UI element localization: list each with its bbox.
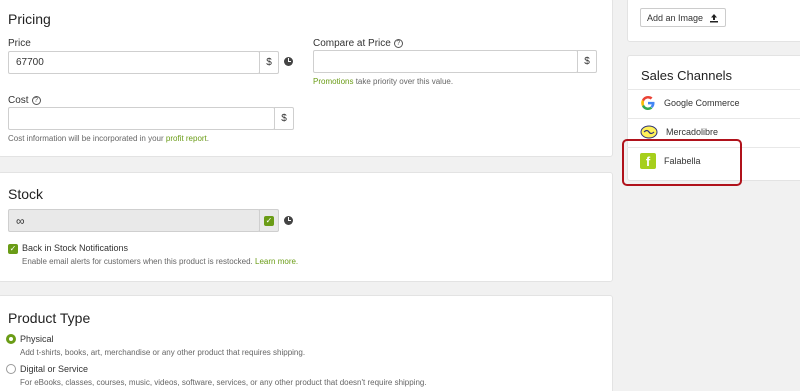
stock-title: Stock bbox=[8, 186, 44, 202]
cost-help-icon[interactable]: ? bbox=[31, 96, 41, 105]
channel-google-commerce[interactable]: Google Commerce bbox=[640, 95, 740, 111]
promo-note: Promotions take priority over this value… bbox=[313, 77, 454, 86]
cost-note: Cost information will be incorporated in… bbox=[8, 134, 210, 143]
digital-radio[interactable] bbox=[6, 364, 16, 374]
falabella-highlight bbox=[622, 139, 742, 186]
back-in-stock-checkbox[interactable]: ✓ bbox=[8, 244, 18, 254]
stock-schedule-icon[interactable] bbox=[284, 216, 293, 225]
cost-currency: $ bbox=[274, 107, 294, 130]
product-type-title: Product Type bbox=[8, 310, 91, 326]
learn-more-link[interactable]: Learn more. bbox=[255, 257, 298, 266]
compare-price-label: Compare at Price ? bbox=[313, 38, 403, 49]
stock-unlimited-toggle[interactable]: ✓ bbox=[259, 209, 279, 232]
price-input[interactable]: 67700 bbox=[8, 51, 260, 74]
channels-divider-2 bbox=[627, 118, 800, 119]
price-currency: $ bbox=[259, 51, 279, 74]
product-type-card bbox=[0, 295, 613, 391]
cost-label: Cost ? bbox=[8, 95, 41, 106]
promotions-link[interactable]: Promotions bbox=[313, 77, 353, 86]
price-schedule-icon[interactable] bbox=[284, 57, 293, 66]
digital-label: Digital or Service bbox=[20, 364, 89, 374]
digital-desc: For eBooks, classes, courses, music, vid… bbox=[20, 378, 427, 387]
physical-desc: Add t-shirts, books, art, merchandise or… bbox=[20, 348, 306, 357]
add-image-button[interactable]: Add an Image bbox=[640, 8, 727, 27]
compare-price-input[interactable] bbox=[313, 50, 578, 73]
physical-label: Physical bbox=[20, 334, 54, 344]
mercadolibre-icon bbox=[640, 125, 658, 139]
channels-divider bbox=[627, 89, 800, 90]
back-in-stock-label: Back in Stock Notifications bbox=[22, 243, 129, 253]
compare-currency: $ bbox=[577, 50, 597, 73]
compare-help-icon[interactable]: ? bbox=[393, 39, 403, 48]
google-icon bbox=[641, 96, 655, 110]
google-commerce-label: Google Commerce bbox=[664, 98, 740, 108]
sales-channels-title: Sales Channels bbox=[641, 68, 733, 83]
physical-radio[interactable] bbox=[6, 334, 16, 344]
channel-mercadolibre[interactable]: Mercadolibre bbox=[640, 124, 718, 140]
price-label: Price bbox=[8, 38, 31, 49]
profit-report-link[interactable]: profit report bbox=[166, 134, 207, 143]
unlimited-check-icon: ✓ bbox=[264, 215, 274, 226]
stock-input[interactable]: ∞ bbox=[8, 209, 260, 232]
back-in-stock-note: Enable email alerts for customers when t… bbox=[22, 257, 299, 266]
cost-input[interactable] bbox=[8, 107, 275, 130]
upload-icon bbox=[710, 13, 719, 22]
add-image-label: Add an Image bbox=[647, 12, 704, 23]
pricing-title: Pricing bbox=[8, 11, 51, 27]
mercadolibre-label: Mercadolibre bbox=[666, 127, 719, 137]
